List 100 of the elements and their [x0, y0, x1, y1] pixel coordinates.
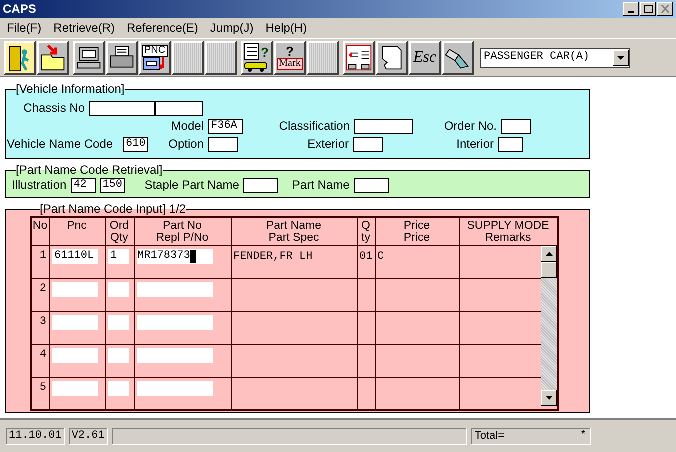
- total-label: Total=: [474, 428, 504, 444]
- folder-icon: [39, 42, 67, 72]
- part-name-field[interactable]: [354, 178, 389, 192]
- printer-toolbar-button[interactable]: [106, 40, 138, 74]
- column-header: Part Name Part Spec: [231, 217, 357, 245]
- section-title: [Part Name Code Retrieval]: [16, 163, 163, 177]
- menu-item[interactable]: Retrieve(R): [48, 19, 120, 37]
- column-header: Part No Repl P/No: [134, 217, 231, 245]
- ord-qty-field[interactable]: [108, 282, 128, 296]
- field-label: Order No.: [444, 119, 497, 133]
- lamp-toolbar-button[interactable]: [442, 40, 474, 74]
- row-number: 5: [31, 377, 49, 410]
- qty-text: 01: [360, 250, 373, 262]
- menu-item[interactable]: Jump(J): [205, 19, 259, 37]
- close-button[interactable]: [657, 2, 673, 16]
- exterior-field[interactable]: [353, 136, 383, 152]
- vehicle-name-code-field[interactable]: 610: [123, 136, 148, 152]
- field-label: Chassis No: [24, 101, 85, 115]
- staple-part-name-field[interactable]: [243, 178, 278, 192]
- exit-toolbar-button[interactable]: [4, 40, 36, 74]
- ord-qty-field[interactable]: [108, 314, 128, 330]
- pnc-field[interactable]: [52, 348, 98, 362]
- field-value: 150: [102, 178, 123, 192]
- column-header: Price Price: [375, 217, 459, 245]
- price-text: C: [378, 250, 384, 262]
- vehicle-type-dropdown[interactable]: PASSENGER CAR(A): [480, 48, 630, 68]
- field-label: Part Name: [292, 178, 350, 192]
- field-label: Option: [168, 137, 204, 151]
- chassis-no-field[interactable]: [155, 100, 203, 116]
- page-toolbar-button[interactable]: [376, 40, 408, 74]
- computer-toolbar-button[interactable]: [73, 40, 105, 74]
- chassis-no-field[interactable]: [89, 100, 155, 116]
- blank-toolbar-button[interactable]: [172, 40, 204, 74]
- up-arrow-icon: [546, 252, 552, 256]
- ord-qty-field[interactable]: 1: [108, 248, 128, 264]
- row-number: 2: [31, 278, 49, 311]
- field-label: Exterior: [308, 137, 349, 151]
- window-title: CAPS: [3, 1, 36, 18]
- maximize-icon: [644, 5, 652, 13]
- dropdown-arrow-icon: [617, 56, 625, 60]
- field-value: MR178373: [138, 250, 190, 262]
- model-field[interactable]: F36A: [208, 118, 243, 134]
- illustration-field[interactable]: 150: [100, 178, 125, 192]
- scroll-down-button[interactable]: [541, 390, 557, 406]
- field-value: 610: [126, 138, 146, 150]
- pnc-field[interactable]: [52, 314, 98, 330]
- row-number: 1: [31, 245, 49, 278]
- close-icon: [660, 5, 670, 13]
- classification-field[interactable]: [354, 118, 413, 134]
- part-name-text: FENDER,FR LH: [234, 250, 313, 262]
- scroll-up-button[interactable]: [541, 246, 557, 262]
- scroll-thumb[interactable]: [541, 262, 557, 278]
- row-number: 3: [31, 311, 49, 344]
- query-toolbar-button[interactable]: ?: [241, 40, 273, 74]
- column-header: Q ty: [357, 217, 375, 245]
- blank-toolbar-button[interactable]: [307, 40, 339, 74]
- part-no-field[interactable]: [136, 380, 212, 396]
- panel-toolbar-button[interactable]: [343, 40, 375, 74]
- total-value: *: [580, 428, 587, 444]
- order-no-field[interactable]: [501, 118, 531, 134]
- down-arrow-icon: [546, 396, 552, 400]
- version-status: V2.61: [68, 428, 108, 444]
- part-no-field[interactable]: MR178373: [136, 248, 212, 264]
- blank-toolbar-button[interactable]: [205, 40, 237, 74]
- part-no-field[interactable]: [136, 348, 212, 362]
- field-value: 42: [74, 178, 87, 192]
- row-number: 4: [31, 344, 49, 377]
- pnc-field[interactable]: [52, 282, 98, 296]
- section-title: [Vehicle Information]: [16, 82, 125, 96]
- part-no-field[interactable]: [136, 314, 212, 330]
- field-value: 1: [110, 250, 118, 262]
- field-label: Classification: [279, 119, 350, 133]
- date-status: 11.10.01: [6, 428, 65, 444]
- menu-item[interactable]: Help(H): [260, 19, 312, 37]
- panel-icon: [345, 42, 373, 72]
- minimize-button[interactable]: [623, 2, 639, 16]
- interior-field[interactable]: [498, 136, 523, 152]
- menu-item[interactable]: Reference(E): [122, 19, 204, 37]
- field-label: Interior: [456, 137, 494, 151]
- mark-toolbar-button[interactable]: ? Mark: [274, 40, 306, 74]
- illustration-field[interactable]: 42: [70, 178, 96, 192]
- menu-item[interactable]: File(F): [2, 19, 47, 37]
- pnc-toolbar-button[interactable]: PNC: [139, 40, 171, 74]
- folder-toolbar-button[interactable]: [37, 40, 69, 74]
- option-field[interactable]: [208, 136, 238, 152]
- ord-qty-field[interactable]: [108, 380, 128, 396]
- pnc-field[interactable]: [52, 380, 98, 396]
- part-no-field[interactable]: [136, 282, 212, 296]
- maximize-button[interactable]: [640, 2, 656, 16]
- field-label: Model: [171, 119, 204, 133]
- pnc-field[interactable]: 61110L: [52, 248, 98, 264]
- field-value: 61110L: [54, 250, 94, 262]
- esc-toolbar-button[interactable]: Esc: [409, 40, 441, 74]
- field-label: Staple Part Name: [144, 178, 240, 192]
- field-value: F36A: [211, 120, 238, 132]
- field-label: Vehicle Name Code: [7, 137, 114, 151]
- column-header: Pnc: [49, 217, 105, 245]
- vertical-scrollbar[interactable]: [541, 246, 557, 406]
- column-header: Ord Qty: [105, 217, 134, 245]
- ord-qty-field[interactable]: [108, 348, 128, 362]
